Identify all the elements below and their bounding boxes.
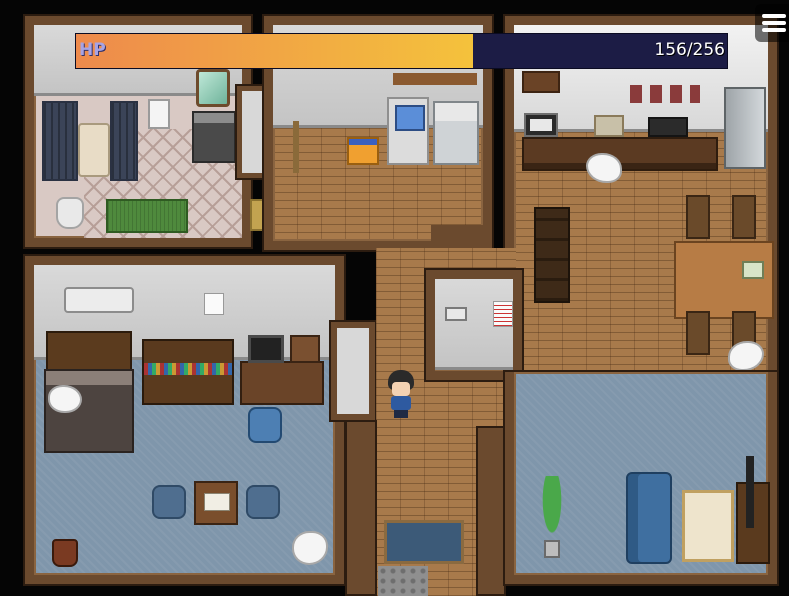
desk[interactable] xyxy=(240,361,324,405)
bedroom xyxy=(23,254,346,586)
bathtub[interactable] xyxy=(78,123,110,177)
floor-cushion[interactable] xyxy=(152,485,186,519)
menu-button[interactable] xyxy=(755,4,789,42)
towel-rack[interactable] xyxy=(148,99,170,129)
entrance-mat xyxy=(384,520,464,564)
bath-mat xyxy=(106,199,188,233)
wall-shelf-items xyxy=(393,73,477,85)
dining-table[interactable] xyxy=(674,241,774,319)
laundry-basket[interactable] xyxy=(347,137,379,165)
tissue-pile[interactable] xyxy=(586,153,622,183)
player-face xyxy=(392,382,410,396)
desk-shelf[interactable] xyxy=(290,335,320,363)
open-book[interactable] xyxy=(204,493,230,511)
hall-wall xyxy=(476,426,506,596)
corridor-wall-right xyxy=(431,225,489,245)
bedroom-door[interactable] xyxy=(331,322,375,420)
floor-cushion[interactable] xyxy=(246,485,280,519)
entrance-stone xyxy=(378,566,428,596)
tall-shelf[interactable] xyxy=(534,207,570,303)
mirror[interactable] xyxy=(196,69,230,107)
broom[interactable] xyxy=(293,121,299,173)
trash-bin[interactable] xyxy=(52,539,78,567)
dining-chair[interactable] xyxy=(686,311,710,355)
stove-top[interactable] xyxy=(648,117,688,137)
game-screen[interactable]: HP 156/256 xyxy=(0,0,789,596)
refrigerator[interactable] xyxy=(724,87,766,169)
tissue-pile[interactable] xyxy=(728,341,764,371)
dining-chair[interactable] xyxy=(732,195,756,239)
hanging-pans xyxy=(630,85,700,103)
toilet[interactable] xyxy=(56,197,84,229)
hp-bar: HP 156/256 xyxy=(76,34,727,68)
tissue-pile[interactable] xyxy=(292,531,328,565)
television[interactable] xyxy=(746,456,754,528)
wall-calendar[interactable] xyxy=(204,293,224,315)
sink-counter[interactable] xyxy=(192,111,236,163)
intercom-panel[interactable] xyxy=(445,307,467,321)
player-legs xyxy=(394,410,408,418)
food-jar[interactable] xyxy=(742,261,764,279)
hall-wall xyxy=(345,420,377,596)
wall-calendar[interactable] xyxy=(493,301,513,327)
storage-room xyxy=(424,268,524,382)
hp-bar-fill xyxy=(76,34,473,68)
plant-pot xyxy=(544,540,560,558)
kitchen-cabinet-upper xyxy=(522,71,560,93)
shower-curtain xyxy=(42,101,78,181)
computer-monitor[interactable] xyxy=(248,335,284,363)
kitchen-dining xyxy=(503,14,779,384)
office-chair[interactable] xyxy=(248,407,282,443)
microwave[interactable] xyxy=(524,113,558,137)
player-character[interactable] xyxy=(386,370,416,418)
rug xyxy=(682,490,734,562)
sofa[interactable] xyxy=(626,472,672,564)
washing-machine[interactable] xyxy=(387,97,429,165)
tissue-pile[interactable] xyxy=(48,385,82,413)
dining-chair[interactable] xyxy=(686,195,710,239)
bookshelf[interactable] xyxy=(142,339,234,405)
player-body xyxy=(391,396,411,410)
kitchen-sink[interactable] xyxy=(594,115,624,137)
hp-value: 156/256 xyxy=(654,40,725,60)
dryer[interactable] xyxy=(433,101,479,165)
low-table[interactable] xyxy=(194,481,238,525)
shower-curtain-right xyxy=(110,101,138,181)
living-room xyxy=(503,370,779,586)
air-conditioner[interactable] xyxy=(64,287,134,313)
hp-label: HP xyxy=(79,40,106,60)
bed-headboard xyxy=(46,331,132,371)
